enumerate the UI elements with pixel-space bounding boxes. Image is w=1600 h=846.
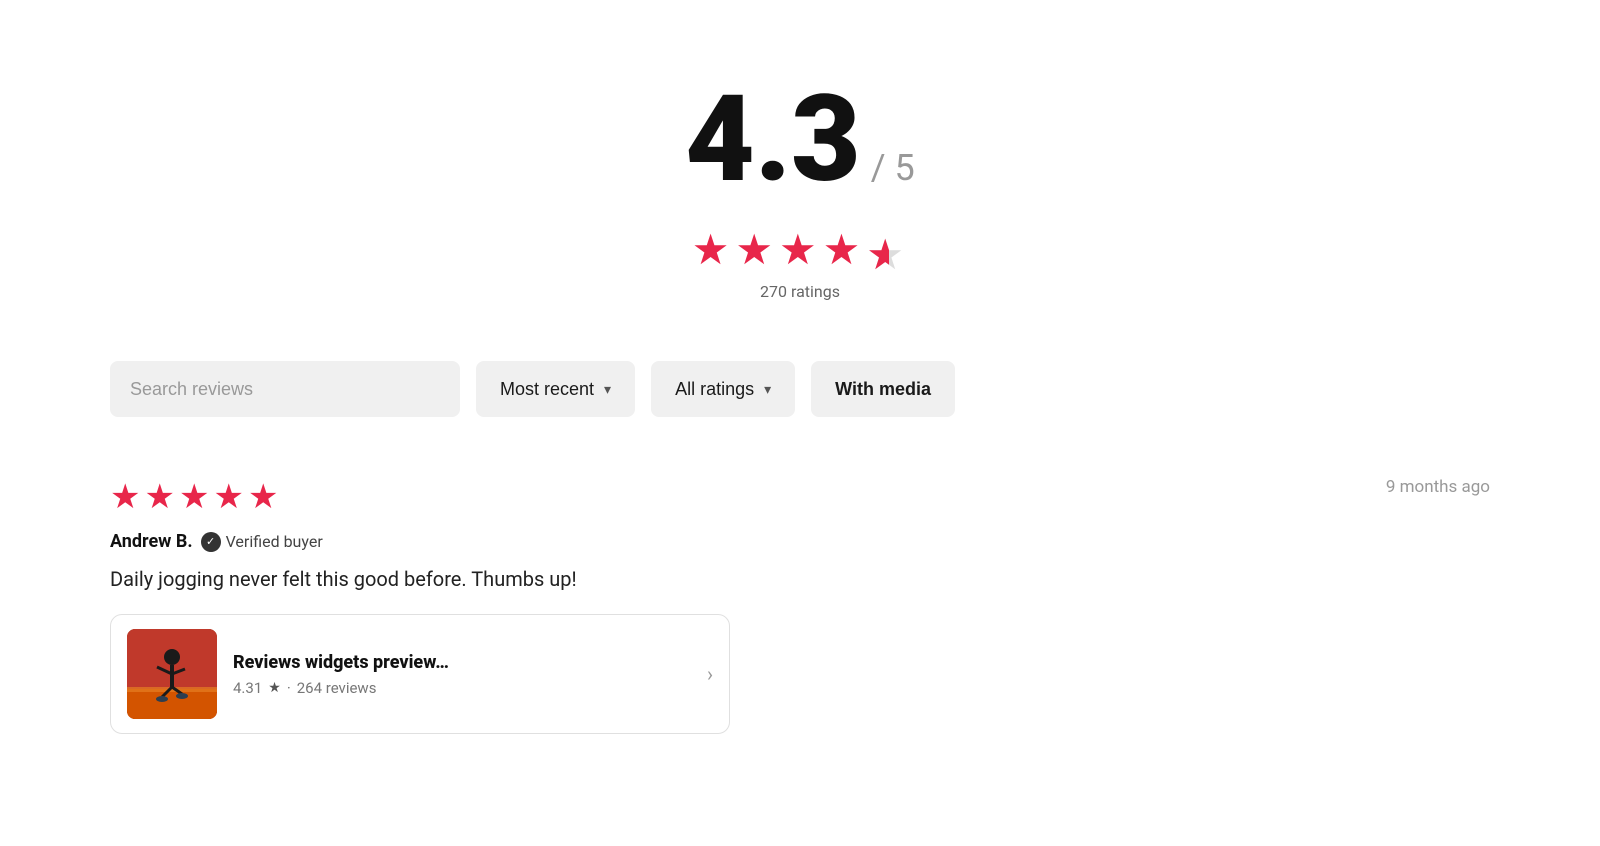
review-star-1: ★	[110, 477, 140, 517]
preview-reviews-count: 264 reviews	[297, 679, 377, 697]
review-star-3: ★	[179, 477, 209, 517]
verified-icon: ✓	[201, 532, 221, 552]
reviews-list: ★ ★ ★ ★ ★ 9 months ago Andrew B. ✓ Verif…	[110, 447, 1490, 764]
ratings-chevron-icon: ▾	[764, 381, 771, 398]
star-4: ★	[823, 230, 861, 272]
preview-card[interactable]: Reviews widgets preview… 4.31 ★ · 264 re…	[110, 614, 730, 734]
preview-info: Reviews widgets preview… 4.31 ★ · 264 re…	[233, 652, 683, 697]
with-media-label: With media	[835, 379, 931, 399]
search-input[interactable]	[110, 361, 460, 417]
rating-out-of: / 5	[871, 147, 915, 189]
sort-chevron-icon: ▾	[604, 381, 611, 398]
review-time: 9 months ago	[1386, 477, 1490, 497]
ratings-count: 270 ratings	[110, 282, 1490, 301]
ratings-dropdown[interactable]: All ratings ▾	[651, 361, 795, 417]
rating-summary: 4.3 / 5 ★ ★ ★ ★ ★ ★ 270 ratings	[110, 40, 1490, 331]
verified-label: Verified buyer	[226, 532, 323, 551]
with-media-button[interactable]: With media	[811, 361, 955, 417]
review-text: Daily jogging never felt this good befor…	[110, 564, 1490, 594]
star-half: ★ ★	[866, 230, 908, 272]
sort-label: Most recent	[500, 379, 594, 400]
star-1: ★	[692, 230, 730, 272]
review-header: ★ ★ ★ ★ ★ 9 months ago	[110, 477, 1490, 517]
preview-star-icon: ★	[268, 680, 281, 696]
review-star-4: ★	[213, 477, 243, 517]
preview-arrow-icon: ›	[707, 662, 713, 686]
reviewer-info: Andrew B. ✓ Verified buyer	[110, 531, 1490, 552]
preview-meta: 4.31 ★ · 264 reviews	[233, 679, 683, 697]
reviewer-name: Andrew B.	[110, 531, 193, 552]
ratings-label: All ratings	[675, 379, 754, 400]
page-container: 4.3 / 5 ★ ★ ★ ★ ★ ★ 270 ratings Most rec…	[50, 0, 1550, 804]
rating-score: 4.3	[685, 80, 860, 200]
review-stars: ★ ★ ★ ★ ★	[110, 477, 278, 517]
preview-dot: ·	[287, 679, 291, 697]
review-star-5: ★	[248, 477, 278, 517]
star-3: ★	[779, 230, 817, 272]
overall-stars: ★ ★ ★ ★ ★ ★	[110, 230, 1490, 272]
preview-title: Reviews widgets preview…	[233, 652, 683, 673]
verified-badge: ✓ Verified buyer	[201, 532, 323, 552]
review-item: ★ ★ ★ ★ ★ 9 months ago Andrew B. ✓ Verif…	[110, 457, 1490, 764]
sort-dropdown[interactable]: Most recent ▾	[476, 361, 635, 417]
rating-number-row: 4.3 / 5	[110, 80, 1490, 200]
filter-bar: Most recent ▾ All ratings ▾ With media	[110, 331, 1490, 447]
preview-rating: 4.31	[233, 679, 262, 697]
star-2: ★	[735, 230, 773, 272]
review-star-2: ★	[144, 477, 174, 517]
preview-thumbnail	[127, 629, 217, 719]
